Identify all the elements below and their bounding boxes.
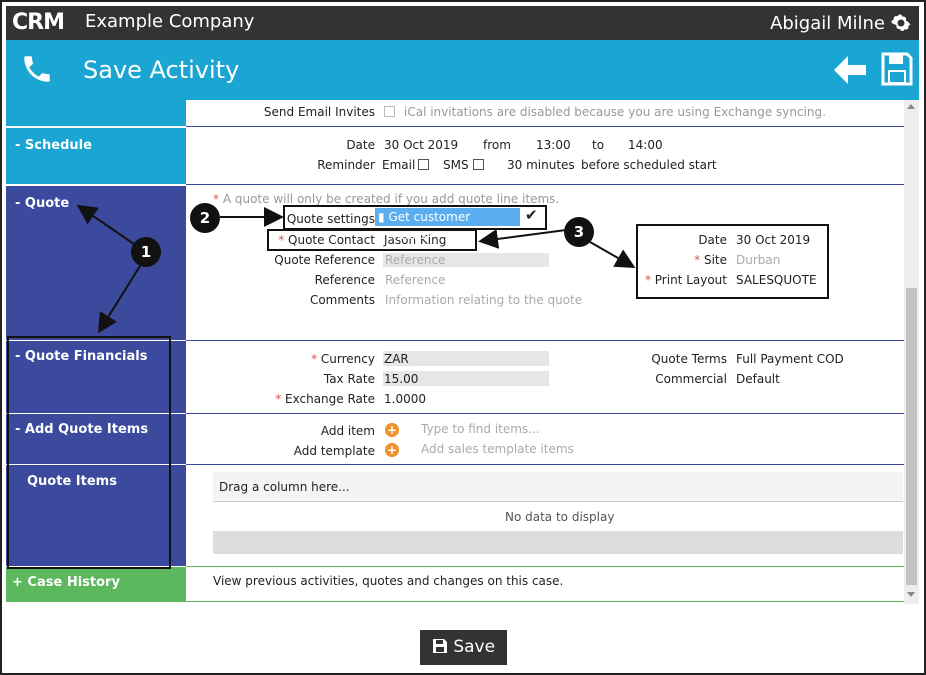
scroll-up-icon[interactable] (907, 104, 915, 109)
company-name: Example Company (85, 11, 255, 32)
quote-reference-placeholder: Reference (385, 253, 446, 267)
case-history-section-label: + Case History (12, 575, 120, 590)
email-checkbox[interactable] (418, 158, 429, 172)
add-item-plus-icon[interactable]: + (385, 421, 399, 437)
crm-logo: CRM (12, 10, 65, 35)
plus-icon: + (12, 575, 28, 590)
callout-box-quote-settings (283, 205, 547, 230)
reminder-label: Reminder (317, 158, 375, 172)
schedule-section: Date 30 Oct 2019 from 13:00 to 14:00 Rem… (186, 128, 904, 185)
commercial-value[interactable]: Default (736, 372, 780, 386)
schedule-date[interactable]: 30 Oct 2019 (384, 138, 458, 152)
to-label: to (592, 138, 605, 152)
quote-section-label: - Quote (15, 196, 70, 211)
send-email-row: Send Email Invites iCal invitations are … (186, 100, 904, 127)
date-label: Date (346, 138, 375, 152)
callout-box-quote-contact (267, 229, 477, 251)
reference-placeholder[interactable]: Reference (385, 273, 445, 287)
add-template-placeholder[interactable]: Add sales template items (421, 442, 574, 456)
callout-box-sidebar-sections (7, 336, 171, 569)
comments-placeholder[interactable]: Information relating to the quote (385, 293, 582, 307)
commercial-label: Commercial (655, 372, 727, 386)
callout-number-1: 1 (131, 237, 161, 267)
send-email-checkbox[interactable] (384, 105, 395, 119)
grid-group-panel[interactable]: Drag a column here... (213, 472, 903, 502)
sms-checkbox[interactable] (473, 158, 484, 172)
floppy-disk-icon (432, 639, 447, 653)
phone-icon (24, 56, 50, 82)
title-bar: Save Activity (6, 40, 919, 100)
back-arrow-icon[interactable] (833, 54, 867, 86)
sms-label: SMS (443, 158, 469, 172)
case-history-section: View previous activities, quotes and cha… (186, 567, 904, 602)
from-time[interactable]: 13:00 (536, 138, 571, 152)
exchange-rate-label: * Exchange Rate (275, 392, 375, 406)
grid-footer (213, 531, 903, 554)
quote-items-section: Drag a column here... No data to display (186, 465, 904, 567)
tax-rate-value: 15.00 (384, 372, 419, 386)
sidebar-section-top (6, 100, 186, 126)
scroll-down-icon[interactable] (907, 592, 915, 597)
add-item-placeholder[interactable]: Type to find items... (421, 422, 540, 436)
reminder-before: before scheduled start (581, 158, 717, 172)
from-label: from (483, 138, 511, 152)
save-button[interactable]: Save (420, 630, 507, 665)
schedule-section-label: - Schedule (15, 138, 92, 153)
send-email-note: iCal invitations are disabled because yo… (404, 105, 826, 119)
currency-label: * Currency (311, 352, 375, 366)
user-name[interactable]: Abigail Milne (770, 12, 885, 36)
to-time[interactable]: 14:00 (628, 138, 663, 152)
drag-column-hint: Drag a column here... (219, 480, 350, 494)
currency-value: ZAR (384, 352, 409, 366)
comments-label: Comments (309, 293, 375, 307)
quote-terms-label: Quote Terms (651, 352, 727, 366)
add-items-section: Add item + Type to find items... Add tem… (186, 414, 904, 465)
tax-rate-label: Tax Rate (323, 372, 375, 386)
sidebar-section-quote[interactable]: - Quote (6, 186, 186, 340)
grid-empty-text: No data to display (505, 510, 615, 524)
floppy-disk-icon[interactable] (881, 52, 913, 86)
page-title: Save Activity (83, 56, 240, 84)
reference-label: Reference (314, 273, 375, 287)
minus-icon: - (15, 138, 25, 153)
add-item-label: Add item (320, 424, 375, 438)
callout-number-3: 3 (564, 217, 594, 247)
callout-number-2: 2 (190, 203, 220, 233)
send-email-label: Send Email Invites (263, 105, 375, 119)
callout-box-date-site-layout (636, 224, 829, 299)
financials-section: * Currency ZAR Tax Rate 15.00 * Exchange… (186, 341, 904, 414)
sidebar-section-case-history[interactable]: + Case History (6, 567, 186, 602)
gear-icon[interactable] (889, 11, 913, 35)
quote-note: * A quote will only be created if you ad… (213, 192, 560, 206)
reminder-minutes[interactable]: 30 minutes (507, 158, 575, 172)
vertical-scrollbar[interactable] (904, 100, 919, 604)
quote-terms-value[interactable]: Full Payment COD (736, 352, 844, 366)
add-template-label: Add template (293, 444, 375, 458)
exchange-rate-value[interactable]: 1.0000 (384, 392, 426, 406)
email-label: Email (382, 158, 416, 172)
quote-reference-label: Quote Reference (274, 253, 375, 267)
add-template-plus-icon[interactable]: + (385, 441, 399, 457)
minus-icon: - (15, 196, 25, 211)
top-bar: CRM Example Company Abigail Milne (6, 6, 919, 40)
case-history-desc: View previous activities, quotes and cha… (213, 574, 564, 588)
scrollbar-thumb[interactable] (906, 288, 917, 585)
sidebar-section-schedule[interactable]: - Schedule (6, 128, 186, 184)
